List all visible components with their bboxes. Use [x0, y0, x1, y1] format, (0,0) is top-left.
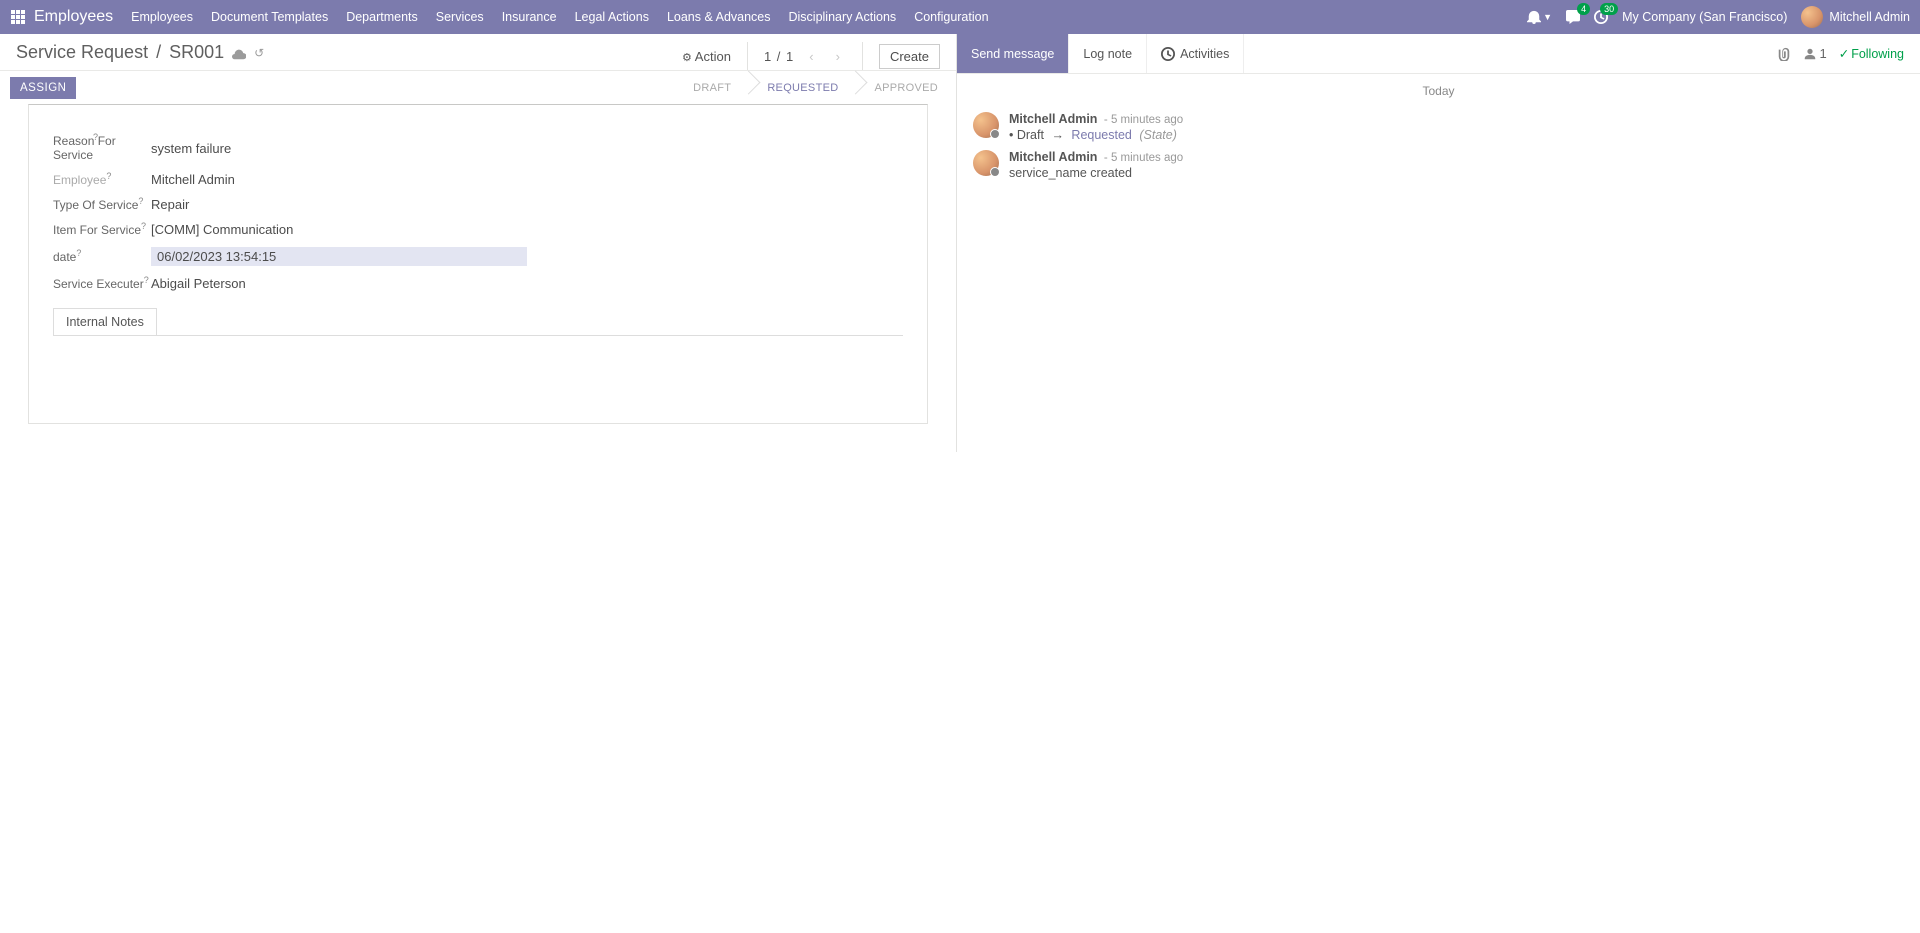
field-value[interactable]: system failure — [151, 141, 231, 156]
old-value: Draft — [1017, 128, 1044, 142]
field-label: Employee? — [53, 173, 151, 187]
attachments-icon[interactable] — [1777, 46, 1791, 62]
breadcrumb-sep-icon: / — [156, 42, 161, 63]
field-reason: Reason For Service? system failure — [53, 129, 903, 167]
breadcrumb-current: SR001 — [169, 42, 224, 63]
chatter-status: 1 ✓Following — [1777, 46, 1920, 62]
control-panel: Service Request / SR001 ↺ ⚙ Action — [0, 34, 956, 70]
arrow-icon: → — [1051, 128, 1064, 142]
activity-badge: 30 — [1600, 3, 1618, 15]
field-employee: Employee? Mitchell Admin — [53, 167, 903, 192]
statusbar: ASSIGN DRAFT REQUESTED APPROVED — [0, 70, 956, 104]
assign-button[interactable]: ASSIGN — [10, 77, 76, 99]
message: Mitchell Admin - 5 minutes ago service_n… — [957, 146, 1920, 184]
app-brand[interactable]: Employees — [34, 8, 113, 26]
user-menu[interactable]: Mitchell Admin — [1801, 6, 1910, 28]
field-value[interactable]: Repair — [151, 197, 189, 212]
activities-label: Activities — [1180, 47, 1229, 61]
nav-item[interactable]: Document Templates — [211, 10, 328, 24]
field-label: date? — [53, 250, 151, 264]
chatter: Send message Log note Activities 1 — [956, 34, 1920, 452]
message-body: service_name created — [1009, 166, 1183, 180]
send-message-button[interactable]: Send message — [957, 34, 1069, 73]
nav-item[interactable]: Loans & Advances — [667, 10, 771, 24]
field-label: Type Of Service? — [53, 198, 151, 212]
field-executer: Service Executer? Abigail Peterson — [53, 271, 903, 296]
nav-menu: Employees Document Templates Departments… — [131, 10, 1527, 24]
clock-icon — [1161, 47, 1175, 61]
activity-icon[interactable]: 30 — [1594, 10, 1608, 24]
nav-item[interactable]: Employees — [131, 10, 193, 24]
tab-internal-notes[interactable]: Internal Notes — [53, 308, 157, 335]
pager-next-icon[interactable]: › — [830, 45, 846, 68]
activities-button[interactable]: Activities — [1147, 34, 1244, 73]
field-date: date? 06/02/2023 13:54:15 — [53, 242, 903, 271]
field-label: Item For Service? — [53, 223, 151, 237]
notebook: Internal Notes — [53, 308, 903, 395]
discuss-badge: 4 — [1577, 3, 1590, 15]
date-input[interactable]: 06/02/2023 13:54:15 — [151, 247, 527, 266]
nav-item[interactable]: Services — [436, 10, 484, 24]
followers-button[interactable]: 1 — [1803, 46, 1826, 61]
discuss-icon[interactable]: 4 — [1566, 10, 1580, 24]
field-name: (State) — [1139, 128, 1177, 142]
divider — [862, 42, 863, 70]
form-sheet: Reason For Service? system failure Emplo… — [28, 104, 928, 424]
breadcrumb-root[interactable]: Service Request — [16, 42, 148, 63]
message: Mitchell Admin - 5 minutes ago Draft → R… — [957, 108, 1920, 146]
stage-draft[interactable]: DRAFT — [675, 71, 749, 104]
field-item: Item For Service? [COMM] Communication — [53, 217, 903, 242]
following-button[interactable]: ✓Following — [1839, 46, 1904, 61]
date-separator: Today — [957, 84, 1920, 98]
statusbar-stages: DRAFT REQUESTED APPROVED — [675, 71, 956, 104]
field-label: Service Executer? — [53, 277, 151, 291]
tracking-line: Draft → Requested (State) — [1009, 128, 1183, 142]
breadcrumb: Service Request / SR001 ↺ — [16, 42, 682, 63]
pager-prev-icon[interactable]: ‹ — [803, 45, 819, 68]
pager-value[interactable]: 1 / 1 — [764, 49, 793, 64]
field-value[interactable]: Abigail Peterson — [151, 276, 246, 291]
nav-item[interactable]: Insurance — [502, 10, 557, 24]
nav-right: ▼ 4 30 My Company (San Francisco) Mitche… — [1527, 6, 1910, 28]
unsaved-icon[interactable] — [232, 44, 246, 60]
nav-item[interactable]: Disciplinary Actions — [789, 10, 897, 24]
apps-icon[interactable] — [10, 9, 26, 25]
notifications-icon[interactable]: ▼ — [1527, 10, 1552, 24]
create-button[interactable]: Create — [879, 44, 940, 69]
message-author[interactable]: Mitchell Admin — [1009, 150, 1097, 164]
field-value[interactable]: Mitchell Admin — [151, 172, 235, 187]
tab-content — [53, 335, 903, 395]
log-note-button[interactable]: Log note — [1069, 34, 1147, 73]
field-value[interactable]: [COMM] Communication — [151, 222, 293, 237]
action-dropdown[interactable]: ⚙ Action — [682, 49, 731, 64]
company-switcher[interactable]: My Company (San Francisco) — [1622, 10, 1787, 24]
message-author[interactable]: Mitchell Admin — [1009, 112, 1097, 126]
gear-icon: ⚙ — [682, 52, 692, 64]
pager: 1 / 1 ‹ › — [764, 45, 846, 68]
user-name: Mitchell Admin — [1829, 10, 1910, 24]
action-label: Action — [695, 49, 731, 64]
field-type: Type Of Service? Repair — [53, 192, 903, 217]
stage-requested[interactable]: REQUESTED — [749, 71, 856, 104]
user-avatar-icon — [1801, 6, 1823, 28]
top-nav: Employees Employees Document Templates D… — [0, 0, 1920, 34]
message-time: - 5 minutes ago — [1104, 114, 1183, 126]
check-icon: ✓ — [1839, 47, 1849, 61]
new-value: Requested — [1071, 128, 1131, 142]
nav-item[interactable]: Departments — [346, 10, 418, 24]
message-time: - 5 minutes ago — [1104, 152, 1183, 164]
discard-icon[interactable]: ↺ — [254, 46, 264, 60]
stage-approved[interactable]: APPROVED — [856, 71, 956, 104]
form-sheet-wrap: Reason For Service? system failure Emplo… — [0, 104, 956, 452]
chatter-top: Send message Log note Activities 1 — [957, 34, 1920, 74]
divider — [747, 42, 748, 70]
field-label: Reason For Service? — [53, 134, 151, 162]
nav-item[interactable]: Configuration — [914, 10, 988, 24]
follower-count: 1 — [1819, 46, 1826, 61]
avatar-icon — [973, 150, 999, 176]
nav-item[interactable]: Legal Actions — [575, 10, 649, 24]
avatar-icon — [973, 112, 999, 138]
